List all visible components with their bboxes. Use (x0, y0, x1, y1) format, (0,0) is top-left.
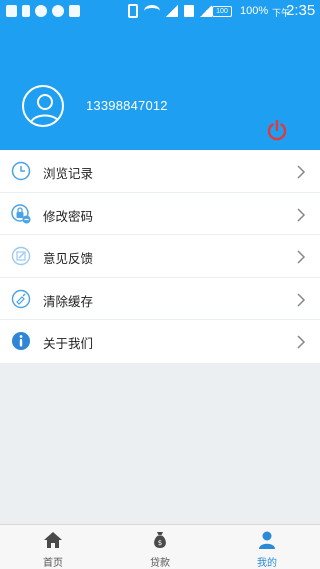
home-icon (43, 530, 63, 550)
status-bar: 100 100% 下午 2:35 (0, 0, 320, 24)
chevron-right-icon (296, 164, 306, 179)
person-icon (257, 530, 277, 550)
sim-notification-icon (22, 5, 30, 17)
message-icon (6, 5, 17, 17)
clock-icon (11, 161, 31, 181)
lock-icon (11, 203, 31, 224)
battery-percent: 100% (240, 5, 269, 17)
menu-item-label: 意见反馈 (43, 251, 94, 266)
clean-icon (11, 289, 31, 309)
bottom-nav: 首页 $ 贷款 我的 (0, 524, 320, 569)
chevron-right-icon (296, 334, 306, 349)
vibrate-icon (128, 4, 138, 18)
chevron-right-icon (296, 207, 306, 222)
sim-icon (184, 5, 194, 17)
signal-icon (166, 5, 178, 17)
menu-item-clear-cache[interactable]: 清除缓存 (0, 278, 320, 320)
clock-time: 2:35 (286, 2, 316, 19)
cloud-icon (69, 5, 80, 17)
tab-home[interactable]: 首页 (0, 525, 106, 569)
wifi-icon (144, 5, 160, 17)
profile-header: 13398847012 (0, 24, 320, 150)
menu-item-label: 修改密码 (43, 208, 94, 224)
battery-icon: 100 (212, 6, 232, 17)
notification-icons (6, 5, 80, 17)
system-icons (128, 4, 212, 18)
menu-item-about-us[interactable]: 关于我们 (0, 320, 320, 363)
power-icon[interactable] (265, 118, 289, 142)
info-icon (11, 331, 31, 351)
menu-item-history[interactable]: 浏览记录 (0, 150, 320, 193)
user-avatar-icon[interactable] (22, 85, 64, 127)
edit-icon (11, 246, 31, 266)
chevron-right-icon (296, 249, 306, 264)
chevron-right-icon (296, 292, 306, 307)
menu-item-feedback[interactable]: 意见反馈 (0, 235, 320, 278)
menu-item-label: 浏览记录 (43, 166, 94, 181)
money-bag-icon: $ (150, 530, 170, 550)
menu-item-change-password[interactable]: 修改密码 (0, 193, 320, 235)
tab-mine[interactable]: 我的 (214, 525, 320, 569)
menu-item-label: 清除缓存 (43, 293, 94, 309)
menu-item-label: 关于我们 (43, 336, 94, 351)
tab-label: 贷款 (150, 558, 170, 569)
tab-label: 我的 (257, 558, 277, 569)
svg-text:$: $ (158, 539, 162, 547)
signal-icon-2 (200, 5, 212, 17)
wechat-icon (52, 5, 64, 17)
tab-label: 首页 (43, 558, 63, 569)
tab-loan[interactable]: $ 贷款 (107, 525, 213, 569)
chat-app-icon (35, 5, 47, 17)
settings-menu: 浏览记录 修改密码 意见反馈 清除缓存 关于我们 (0, 150, 320, 363)
user-phone: 13398847012 (86, 98, 168, 113)
